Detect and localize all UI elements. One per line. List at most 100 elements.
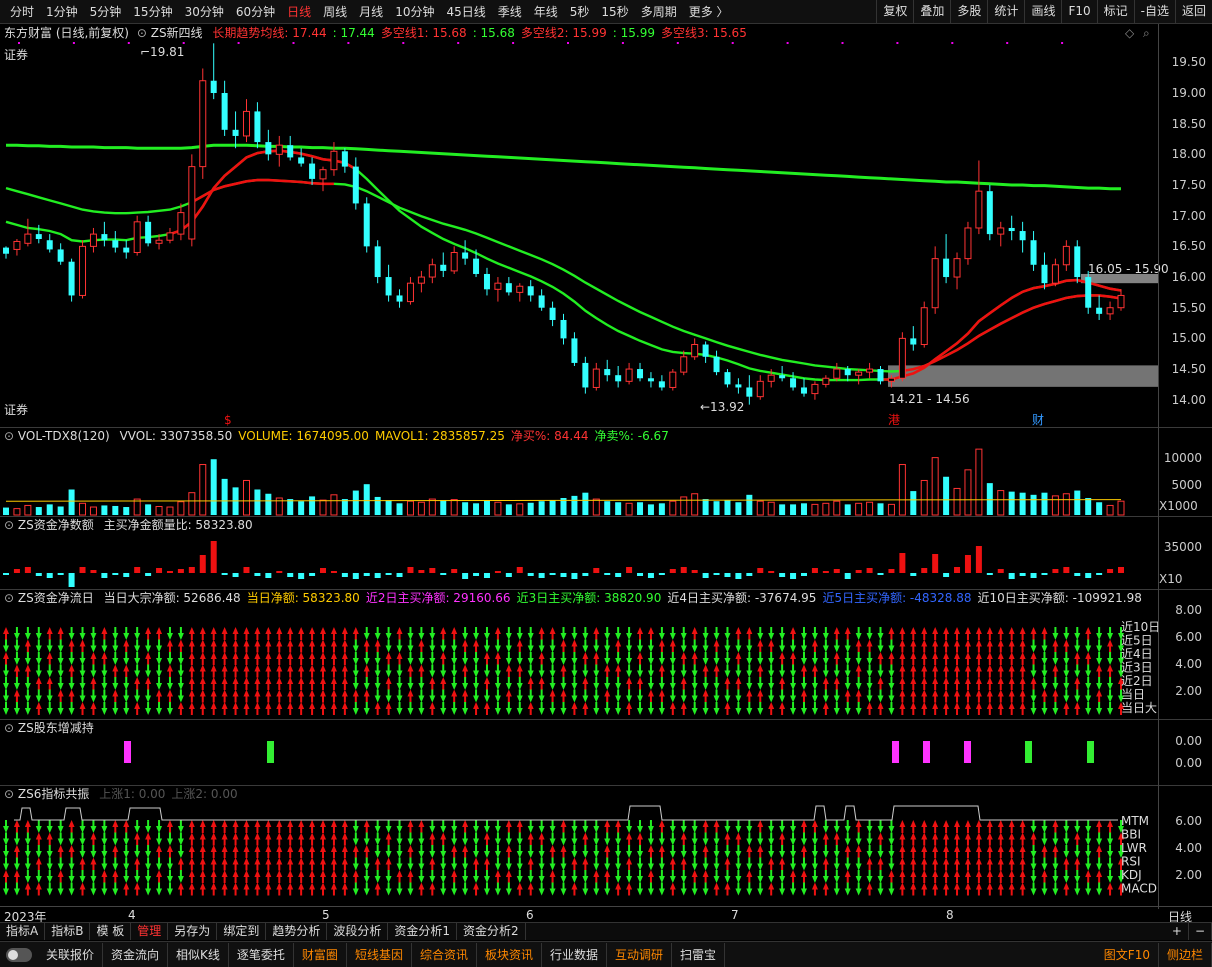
indicator-tab[interactable]: 管理 — [131, 923, 169, 940]
indicator-tab[interactable]: 资金分析2 — [457, 923, 526, 940]
fund-arrow — [166, 639, 173, 653]
fund-arrow — [483, 664, 490, 678]
fund-row-label: 当日大 — [1121, 701, 1157, 715]
bottom-tab[interactable]: 短线基因 — [347, 942, 412, 967]
resonance-arrow — [691, 857, 698, 871]
indicator-tool[interactable]: + — [1166, 923, 1189, 940]
indicator-tab[interactable]: 指标B — [45, 923, 91, 940]
resonance-arrow — [3, 857, 9, 871]
indicator-tab[interactable]: 绑定到 — [217, 923, 267, 940]
bottom-right-tab[interactable]: 侧边栏 — [1159, 942, 1212, 967]
dotted-marker — [951, 42, 954, 44]
resonance-arrow — [166, 857, 173, 871]
bottom-tab[interactable]: 扫雷宝 — [672, 942, 726, 967]
bottom-tab[interactable]: 行业数据 — [542, 942, 607, 967]
price-tick: 18.00 — [1171, 147, 1206, 162]
candle-body — [352, 166, 359, 204]
bottom-tab[interactable]: 互动调研 — [607, 942, 673, 967]
fund-arrow — [341, 702, 348, 715]
volume-bar — [866, 501, 874, 516]
volume-bar — [822, 502, 830, 516]
fund-arrow — [243, 664, 250, 678]
fund-arrow — [276, 677, 283, 690]
bottom-tab[interactable]: 资金流向 — [103, 942, 169, 967]
resonance-arrow — [440, 845, 447, 858]
kline-chart[interactable]: 100005000350008.006.004.002.000.000.006.… — [0, 0, 1212, 967]
fund-arrow — [210, 677, 217, 690]
fund-arrow — [844, 689, 851, 703]
fund-arrow — [374, 652, 381, 665]
flow-bar — [145, 573, 152, 576]
fund-arrow — [1107, 652, 1114, 665]
fund-arrow — [724, 664, 731, 678]
indicator-tab[interactable]: 资金分析1 — [388, 923, 457, 940]
volume-bar — [1019, 492, 1026, 515]
fund-arrow — [199, 677, 206, 690]
resonance-arrow — [24, 857, 31, 871]
resonance-arrow — [713, 820, 720, 833]
bottom-tab[interactable]: 综合资讯 — [412, 942, 477, 967]
resonance-arrow — [3, 845, 9, 858]
candle-body — [145, 221, 152, 244]
bottom-tab[interactable]: 关联报价 — [38, 942, 104, 967]
resonance-arrow — [396, 870, 403, 883]
fund-arrow — [582, 702, 589, 715]
resonance-arrow — [287, 845, 294, 858]
fund-arrow — [615, 639, 622, 653]
fund-arrow — [473, 702, 480, 715]
fund-arrow — [374, 677, 381, 690]
bottom-tab[interactable]: 板块资讯 — [477, 942, 542, 967]
fund-arrow — [13, 702, 20, 715]
fund-arrow — [505, 652, 512, 665]
flow-bar — [101, 573, 108, 578]
flow-bar — [385, 573, 392, 575]
fund-arrow — [604, 677, 611, 690]
bottom-tab[interactable]: 逐笔委托 — [229, 942, 294, 967]
fund-arrow — [134, 639, 141, 653]
fund-arrow — [112, 689, 119, 703]
fund-arrow — [549, 652, 556, 665]
fund-arrow — [177, 689, 184, 703]
resonance-arrow — [571, 832, 578, 846]
fund-arrow — [145, 627, 152, 640]
bottom-tab[interactable]: 相似K线 — [168, 942, 229, 967]
fund-arrow — [954, 702, 961, 715]
fund-arrow — [899, 677, 906, 690]
fund-arrow — [210, 664, 217, 678]
toggle-switch[interactable] — [6, 947, 32, 962]
resonance-arrow — [943, 857, 950, 871]
flow-bar — [418, 570, 425, 573]
fund-arrow — [177, 677, 184, 690]
fund-arrow — [396, 677, 403, 690]
fund-arrow — [647, 664, 654, 678]
volume-bar — [199, 464, 207, 516]
fund-arrow — [385, 664, 392, 678]
indicator-tool[interactable]: − — [1189, 923, 1212, 940]
date-label: 6 — [526, 908, 534, 922]
resonance-arrow — [210, 845, 217, 858]
indicator-tab[interactable]: 另存为 — [168, 923, 218, 940]
fund-arrow — [680, 689, 687, 703]
fund-arrow — [374, 702, 381, 715]
resonance-arrow — [287, 870, 294, 883]
bottom-tab[interactable]: 财富圈 — [294, 942, 347, 967]
indicator-tab[interactable]: 模 板 — [90, 923, 132, 940]
dotted-marker — [512, 42, 515, 44]
flow-bar — [997, 569, 1004, 573]
fund-arrow — [123, 689, 130, 703]
indicator-tab[interactable]: 趋势分析 — [266, 923, 328, 940]
bottom-right-tab[interactable]: 图文F10 — [1096, 942, 1159, 967]
fund-arrow — [483, 627, 490, 640]
fund-arrow — [560, 677, 567, 690]
volume-bar — [254, 489, 261, 515]
resonance-arrow — [221, 882, 228, 896]
resonance-arrow — [13, 832, 20, 846]
flow-bar — [822, 571, 829, 573]
flow-bar — [615, 573, 622, 577]
fund-arrow — [1052, 689, 1059, 703]
resonance-arrow — [593, 845, 600, 858]
indicator-tab[interactable]: 波段分析 — [327, 923, 389, 940]
fund-arrow — [593, 702, 600, 715]
resonance-arrow — [1074, 832, 1081, 846]
indicator-tab[interactable]: 指标A — [0, 923, 46, 940]
